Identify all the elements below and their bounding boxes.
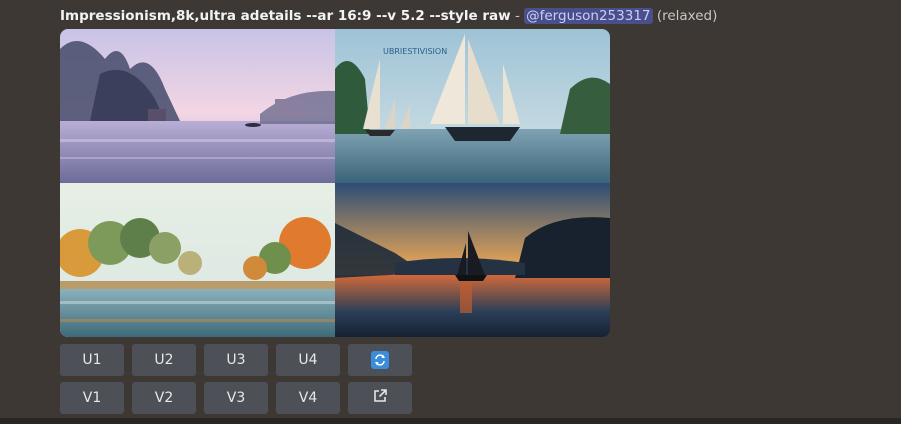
v2-button[interactable]: V2 [132, 382, 196, 414]
status-text: (relaxed) [656, 8, 718, 24]
painting-sailboats: UBRIESTIVISION [335, 29, 610, 183]
separator: - [514, 8, 520, 24]
image-tile-4[interactable] [335, 183, 610, 337]
prompt-text: Impressionism,8k,ultra adetails --ar 16:… [60, 8, 511, 24]
bottom-bar [0, 418, 901, 424]
watermark-text: UBRIESTIVISION [383, 47, 447, 56]
image-tile-2[interactable]: UBRIESTIVISION [335, 29, 610, 183]
u3-button[interactable]: U3 [204, 344, 268, 376]
web-button[interactable] [348, 382, 412, 414]
painting-autumn-river [60, 183, 335, 337]
image-tile-3[interactable] [60, 183, 335, 337]
refresh-icon [371, 351, 389, 369]
external-link-icon [372, 388, 388, 408]
v3-button[interactable]: V3 [204, 382, 268, 414]
painting-sunset-sailboat [335, 183, 610, 337]
variation-row: V1 V2 V3 V4 [60, 382, 412, 414]
message-header: Impressionism,8k,ultra adetails --ar 16:… [60, 6, 717, 26]
u2-button[interactable]: U2 [132, 344, 196, 376]
painting-misty-lake [60, 29, 335, 183]
image-grid[interactable]: UBRIESTIVISION [60, 29, 610, 337]
reroll-button[interactable] [348, 344, 412, 376]
user-mention[interactable]: @ferguson253317 [524, 8, 653, 24]
u1-button[interactable]: U1 [60, 344, 124, 376]
upscale-row: U1 U2 U3 U4 [60, 344, 412, 376]
v1-button[interactable]: V1 [60, 382, 124, 414]
v4-button[interactable]: V4 [276, 382, 340, 414]
u4-button[interactable]: U4 [276, 344, 340, 376]
image-tile-1[interactable] [60, 29, 335, 183]
